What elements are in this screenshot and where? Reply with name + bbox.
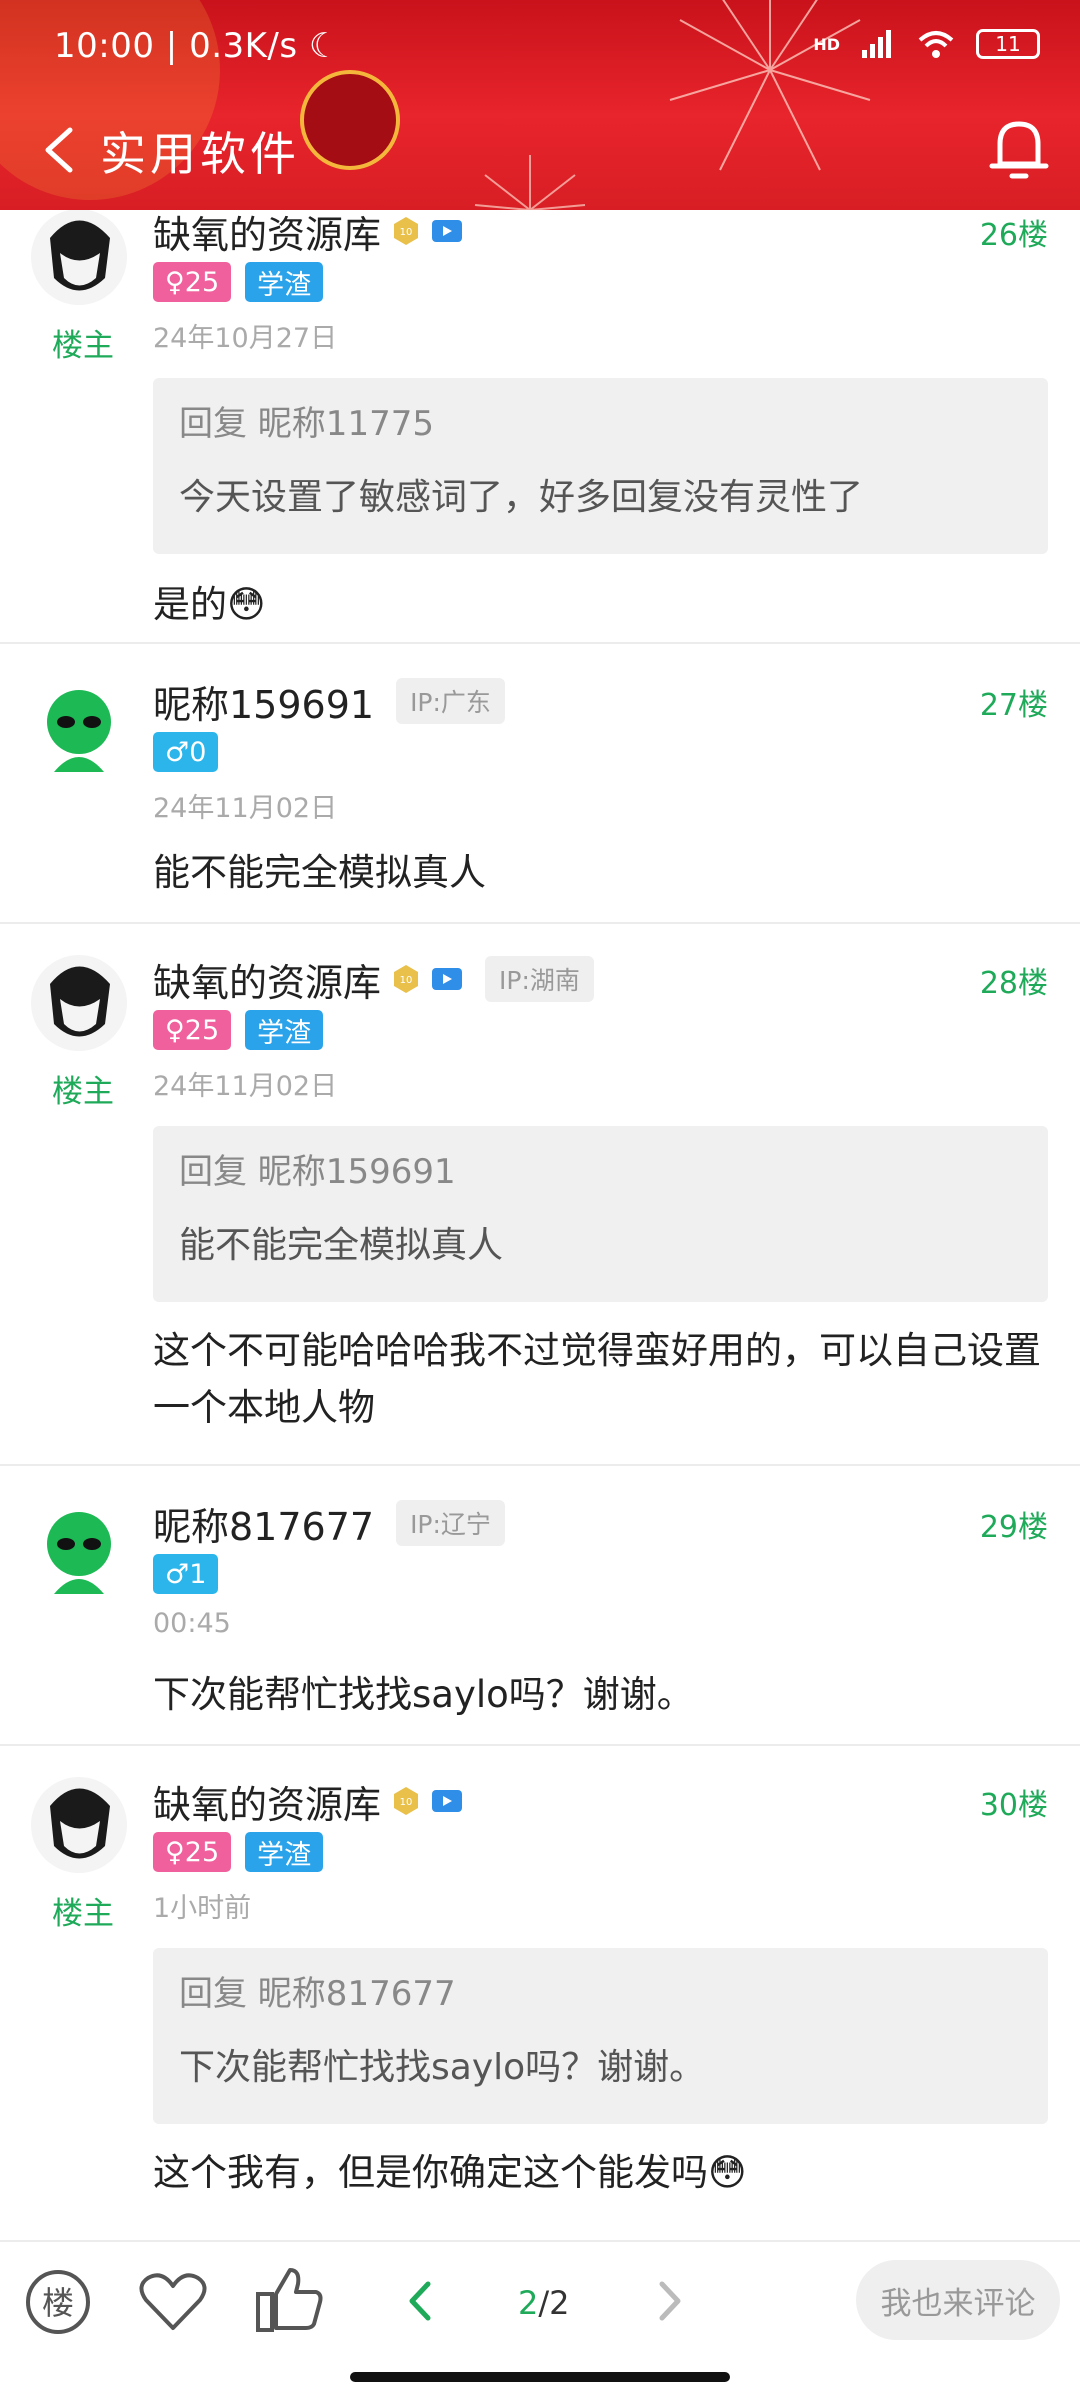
- battery-icon: 11: [976, 29, 1040, 59]
- title-badge: 学渣: [245, 1832, 324, 1872]
- app-header: 10:00 | 0.3K/s ☾ HD 11 实用软件: [0, 0, 1080, 210]
- svg-text:10: 10: [400, 1797, 413, 1808]
- post-date: 24年11月02日: [153, 1071, 338, 1102]
- page-current: 2: [518, 2284, 539, 2322]
- floor-jump-button[interactable]: 楼: [24, 2268, 92, 2340]
- gender-badge: ♂0: [153, 732, 219, 772]
- quote-header: 回复 昵称159691: [179, 1152, 456, 1192]
- page-title: 实用软件: [100, 127, 300, 181]
- reply-item[interactable]: 楼主 30楼 缺氧的资源库 10 ♀25 学渣 1小时前 回复 昵称817677…: [0, 1746, 1080, 2226]
- quoted-reply[interactable]: 回复 昵称159691 能不能完全模拟真人: [153, 1126, 1048, 1302]
- floor-icon-label: 楼: [42, 2284, 74, 2322]
- bottom-action-bar: 楼 2/2 我也来评论: [0, 2240, 1080, 2360]
- reply-item[interactable]: 27楼 昵称159691 IP:广东 ♂0 24年11月02日 能不能完全模拟真…: [0, 644, 1080, 924]
- reply-item[interactable]: 楼主 26楼 缺氧的资源库 10 ♀25 学渣 24年10月27日 回复 昵称1…: [0, 210, 1080, 644]
- medal-icon: 10: [394, 1787, 419, 1815]
- favorite-button[interactable]: [138, 2270, 208, 2338]
- ip-location: IP:广东: [396, 678, 505, 724]
- title-badge: 学渣: [245, 1010, 324, 1050]
- notification-button[interactable]: [986, 114, 1052, 184]
- username[interactable]: 缺氧的资源库: [153, 1774, 381, 1829]
- avatar[interactable]: [30, 682, 128, 780]
- status-bar: 10:00 | 0.3K/s ☾ HD 11: [0, 22, 1080, 78]
- username[interactable]: 缺氧的资源库: [153, 210, 381, 259]
- reply-text: 这个我有，但是你确定这个能发吗😳: [153, 2144, 1048, 2201]
- title-bar: 实用软件: [0, 110, 1080, 190]
- wifi-icon: [918, 31, 954, 58]
- prev-page-button[interactable]: [400, 2276, 440, 2330]
- battery-level: 11: [995, 32, 1021, 56]
- quote-text: 今天设置了敏感词了，好多回复没有灵性了: [179, 477, 864, 518]
- signal-icon: [862, 30, 891, 58]
- ip-location: IP:辽宁: [396, 1500, 505, 1546]
- gender-badge: ♀25: [153, 1832, 232, 1872]
- thumbs-up-icon: [256, 2268, 323, 2332]
- floor-icon: 楼: [26, 2270, 90, 2334]
- username[interactable]: 昵称817677: [153, 1496, 374, 1551]
- quoted-reply[interactable]: 回复 昵称817677 下次能帮忙找找saylo吗？谢谢。: [153, 1948, 1048, 2124]
- medal-icon: 10: [394, 965, 419, 993]
- reply-item[interactable]: 29楼 昵称817677 IP:辽宁 ♂1 00:45 下次能帮忙找找saylo…: [0, 1466, 1080, 1746]
- video-icon: [432, 968, 463, 990]
- reply-item[interactable]: 楼主 28楼 缺氧的资源库 10 IP:湖南 ♀25 学渣 24年11月02日 …: [0, 924, 1080, 1466]
- status-time: 10:00: [54, 26, 155, 66]
- gender-badge: ♀25: [153, 262, 232, 302]
- post-date: 1小时前: [153, 1893, 252, 1924]
- username[interactable]: 缺氧的资源库: [153, 952, 381, 1007]
- quote-text: 下次能帮忙找找saylo吗？谢谢。: [179, 2047, 706, 2088]
- quote-header: 回复 昵称11775: [179, 404, 434, 444]
- page-total: /2: [538, 2284, 570, 2322]
- chevron-right-icon: [659, 2281, 681, 2321]
- network-type: HD: [813, 34, 840, 54]
- post-date: 00:45: [153, 1608, 231, 1639]
- status-icons: HD 11: [813, 28, 1040, 60]
- reply-text: 能不能完全模拟真人: [153, 851, 486, 894]
- post-date: 24年10月27日: [153, 323, 338, 354]
- reply-text: 下次能帮忙找找saylo吗？谢谢。: [153, 1673, 694, 1716]
- chevron-left-icon: [45, 127, 73, 173]
- heart-icon: [139, 2273, 207, 2330]
- quote-header: 回复 昵称817677: [179, 1974, 456, 2014]
- title-badge: 学渣: [245, 262, 324, 302]
- network-speed: 0.3K/s: [189, 26, 298, 66]
- reply-text-content: 这个我有，但是你确定这个能发吗: [153, 2151, 708, 2194]
- status-time-speed: 10:00 | 0.3K/s ☾: [54, 26, 340, 66]
- home-indicator[interactable]: [350, 2372, 730, 2382]
- reply-text: 这个不可能哈哈哈我不过觉得蛮好用的，可以自己设置一个本地人物: [153, 1329, 1041, 1429]
- back-button[interactable]: [34, 124, 84, 176]
- ip-location: IP:湖南: [485, 956, 594, 1002]
- emoji-icon: 😳: [227, 583, 266, 626]
- avatar[interactable]: [30, 954, 128, 1052]
- video-icon: [432, 220, 463, 242]
- emoji-icon: 😳: [708, 2151, 747, 2194]
- owner-label: 楼主: [52, 328, 114, 364]
- gender-badge: ♀25: [153, 1010, 232, 1050]
- quote-text: 能不能完全模拟真人: [179, 1225, 504, 1266]
- medal-icon: 10: [394, 217, 419, 245]
- next-page-button[interactable]: [650, 2276, 690, 2330]
- page-indicator[interactable]: 2/2: [518, 2284, 570, 2322]
- bell-icon: [989, 121, 1049, 179]
- quoted-reply[interactable]: 回复 昵称11775 今天设置了敏感词了，好多回复没有灵性了: [153, 378, 1048, 554]
- reply-text-content: 是的: [153, 583, 227, 626]
- owner-label: 楼主: [52, 1896, 114, 1932]
- reply-list: 楼主 26楼 缺氧的资源库 10 ♀25 学渣 24年10月27日 回复 昵称1…: [0, 210, 1080, 2240]
- avatar[interactable]: [30, 210, 128, 306]
- reply-text: 是的😳: [153, 576, 1048, 633]
- owner-label: 楼主: [52, 1074, 114, 1110]
- gender-badge: ♂1: [153, 1554, 219, 1594]
- post-date: 24年11月02日: [153, 793, 338, 824]
- moon-icon: ☾: [308, 26, 340, 66]
- comment-input-button[interactable]: 我也来评论: [856, 2260, 1060, 2340]
- svg-text:10: 10: [400, 227, 413, 238]
- avatar[interactable]: [30, 1776, 128, 1874]
- video-icon: [432, 1790, 463, 1812]
- like-button[interactable]: [254, 2264, 324, 2338]
- svg-text:10: 10: [400, 975, 413, 986]
- username[interactable]: 昵称159691: [153, 674, 374, 729]
- avatar[interactable]: [30, 1504, 128, 1602]
- chevron-left-icon: [409, 2281, 431, 2321]
